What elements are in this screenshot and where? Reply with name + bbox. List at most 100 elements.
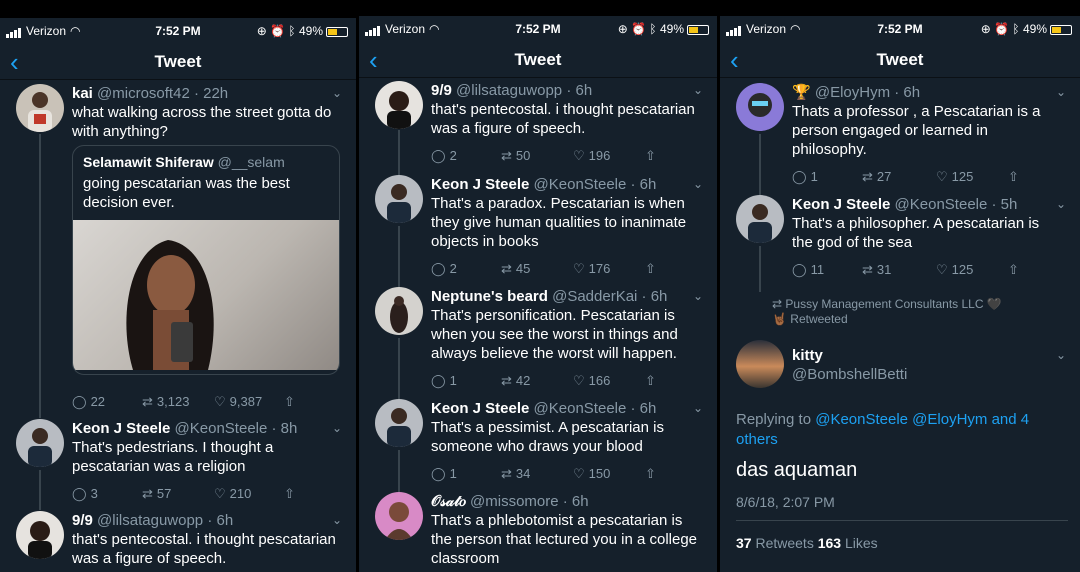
author-name[interactable]: kai [72,85,93,102]
like-button[interactable]: ♡ 176 [573,259,610,278]
page-title: Tweet [514,50,562,69]
retweets-stat[interactable]: 37 Retweets [736,535,818,551]
author-name[interactable]: 9/9 [431,82,452,99]
like-button[interactable]: ♡ 125 [936,167,973,186]
reply-count: 1 [810,169,818,184]
reply-button[interactable]: ◯ 2 [431,259,457,278]
quoted-author-handle: @__selam [217,154,285,170]
retweet-button[interactable]: ⇄ 31 [862,260,891,279]
avatar[interactable] [375,175,423,223]
tweet-actions: ◯ 22 ⇄ 3,123 ♡ 9,387 ⇧ [72,394,338,414]
share-button[interactable]: ⇧ [645,371,660,390]
battery-icon [687,24,709,35]
reply-button[interactable]: ◯ 22 [72,394,105,410]
author-name[interactable]: Keon J Steele [431,400,529,417]
chevron-down-icon[interactable]: ⌄ [332,86,342,100]
author-name[interactable]: 𝒪𝓈𝒶𝓉𝑜 [431,493,466,510]
reply-icon: ◯ [431,261,446,276]
reply-button[interactable]: ◯ 1 [431,371,457,390]
quoted-tweet[interactable]: Selamawit Shiferaw @__selam going pescat… [72,145,340,375]
chevron-down-icon[interactable]: ⌄ [1056,348,1066,362]
share-button[interactable]: ⇧ [645,259,660,278]
share-icon: ⇧ [645,466,656,481]
author-name[interactable]: 9/9 [72,512,93,529]
like-button[interactable]: ♡ 166 [573,371,610,390]
retweet-icon: ⇄ [501,261,512,276]
reply-icon: ◯ [72,486,87,501]
chevron-down-icon[interactable]: ⌄ [693,401,703,415]
reply-button[interactable]: ◯ 2 [431,146,457,165]
like-button[interactable]: ♡ 196 [573,146,610,165]
chevron-down-icon[interactable]: ⌄ [1056,85,1066,99]
retweet-button[interactable]: ⇄ 34 [501,464,530,483]
avatar[interactable] [375,287,423,335]
tweet-actions: ◯ 1 ⇄ 42 ♡ 166 ⇧ [431,371,699,391]
author-name[interactable]: Keon J Steele [792,196,890,213]
like-button[interactable]: ♡ 125 [936,260,973,279]
likes-stat[interactable]: 163 Likes [818,535,878,551]
share-button[interactable]: ⇧ [1008,260,1023,279]
reply-count: 3 [90,486,98,501]
reply-button[interactable]: ◯ 3 [72,484,98,503]
chevron-down-icon[interactable]: ⌄ [693,177,703,191]
avatar[interactable] [375,492,423,540]
avatar[interactable] [375,399,423,447]
author-name[interactable]: 🏆 [792,84,811,101]
like-icon: ♡ [936,262,948,277]
retweet-button[interactable]: ⇄ 27 [862,167,891,186]
retweeted-context: ⇄ Pussy Management Consultants LLC 🖤 🤘🏾 … [772,297,1070,327]
like-button[interactable]: ♡ 9,387 [214,394,262,410]
share-button[interactable]: ⇧ [645,464,660,483]
chevron-down-icon[interactable]: ⌄ [693,83,703,97]
retweet-count: 45 [515,261,531,276]
tweet-actions: ◯ 1 ⇄ 27 ♡ 125 ⇧ [792,167,1062,187]
avatar[interactable] [16,419,64,467]
author-name[interactable]: Neptune's beard [431,288,548,305]
retweet-icon: ⇄ [501,466,512,481]
author-name[interactable]: Keon J Steele [72,420,170,437]
bluetooth-icon: ᛒ [288,24,296,38]
tweet-author-line: Keon J Steele @KeonSteele · 8h [72,419,338,438]
battery-percent: 49% [298,24,323,38]
retweet-button[interactable]: ⇄ 3,123 [142,394,189,410]
like-icon: ♡ [573,148,585,163]
chevron-down-icon[interactable]: ⌄ [332,513,342,527]
avatar[interactable] [736,340,784,388]
avatar[interactable] [16,84,64,132]
avatar[interactable] [16,511,64,559]
share-button[interactable]: ⇧ [645,146,660,165]
like-button[interactable]: ♡ 210 [214,484,251,503]
avatar[interactable] [736,83,784,131]
reply-count: 11 [810,262,825,277]
share-button[interactable]: ⇧ [284,394,299,410]
like-count: 125 [951,169,974,184]
reply-count: 1 [449,373,457,388]
share-icon: ⇧ [284,486,295,501]
nav-header: ‹ Tweet [0,44,356,80]
quoted-photo[interactable] [73,220,339,370]
retweet-button[interactable]: ⇄ 45 [501,259,530,278]
chevron-down-icon[interactable]: ⌄ [693,289,703,303]
author-name[interactable]: kitty [792,346,1062,365]
share-button[interactable]: ⇧ [1008,167,1023,186]
author-handle: @SadderKai · 6h [552,288,668,305]
chevron-down-icon[interactable]: ⌄ [332,421,342,435]
retweet-button[interactable]: ⇄ 42 [501,371,530,390]
tweet-text: That's personification. Pescatarian is w… [431,307,678,362]
retweeted-by[interactable]: Pussy Management Consultants LLC 🖤 [785,297,1001,311]
reply-button[interactable]: ◯ 1 [431,464,457,483]
retweet-button[interactable]: ⇄ 57 [142,484,171,503]
lock-rotation-icon: ⊕ [256,24,267,38]
tweet-body: Keon J Steele @KeonSteele · 6h That's a … [431,175,699,279]
avatar[interactable] [375,81,423,129]
reply-button[interactable]: ◯ 1 [792,167,818,186]
avatar[interactable] [736,195,784,243]
lock-rotation-icon: ⊕ [617,22,628,36]
retweet-button[interactable]: ⇄ 50 [501,146,530,165]
like-button[interactable]: ♡ 150 [573,464,610,483]
author-name[interactable]: Keon J Steele [431,176,529,193]
share-button[interactable]: ⇧ [284,484,299,503]
chevron-down-icon[interactable]: ⌄ [1056,197,1066,211]
focused-tweet-text: das aquaman [736,459,858,481]
reply-button[interactable]: ◯ 11 [792,260,824,279]
